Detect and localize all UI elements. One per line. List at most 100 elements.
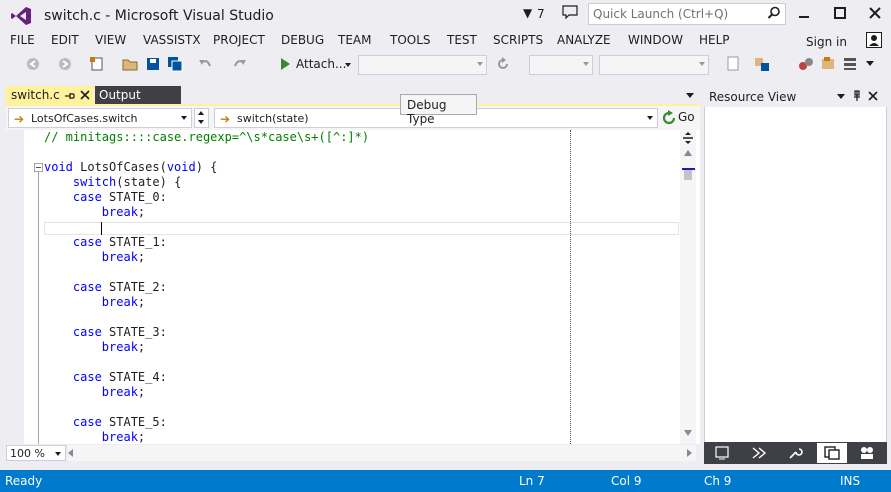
- close-tab-icon[interactable]: [80, 90, 90, 100]
- scroll-thumb[interactable]: [684, 170, 692, 180]
- open-file-icon[interactable]: [122, 56, 138, 72]
- scroll-right-icon[interactable]: [687, 449, 692, 457]
- menu-debug[interactable]: DEBUG: [281, 33, 324, 47]
- quick-launch-input[interactable]: Quick Launch (Ctrl+Q): [593, 7, 728, 21]
- code-line[interactable]: // minitags::::case.regexp=^\s*case\s+([…: [44, 130, 684, 145]
- menu-view[interactable]: VIEW: [95, 33, 126, 47]
- tab-output[interactable]: Output: [95, 86, 181, 105]
- scroll-up-icon[interactable]: [684, 150, 692, 156]
- close-icon[interactable]: [868, 6, 882, 20]
- code-line[interactable]: [44, 400, 684, 415]
- sign-in-link[interactable]: Sign in: [806, 35, 847, 49]
- menu-window[interactable]: WINDOW: [628, 33, 683, 47]
- find-in-files-icon[interactable]: [725, 56, 741, 72]
- search-icon[interactable]: [767, 6, 781, 20]
- notification-count[interactable]: 7: [537, 7, 545, 21]
- code-line[interactable]: break;: [44, 430, 684, 445]
- class-view-tab-icon[interactable]: [750, 445, 768, 461]
- menu-vassistx[interactable]: VASSISTX: [143, 33, 201, 47]
- menu-scripts[interactable]: SCRIPTS: [493, 33, 543, 47]
- quick-launch-box[interactable]: Quick Launch (Ctrl+Q): [588, 3, 786, 25]
- code-text[interactable]: // minitags::::case.regexp=^\s*case\s+([…: [44, 130, 684, 445]
- tab-list-dropdown-icon[interactable]: [686, 93, 694, 98]
- solution-configurations-dropdown[interactable]: [358, 55, 487, 75]
- menu-test[interactable]: TEST: [447, 33, 477, 47]
- save-icon[interactable]: [145, 56, 161, 72]
- horizontal-scrollbar[interactable]: [68, 445, 696, 461]
- code-line[interactable]: case STATE_2:: [44, 280, 684, 295]
- feedback-icon[interactable]: [562, 5, 578, 19]
- tab-switch-c-label: switch.c: [11, 88, 60, 102]
- code-line[interactable]: [44, 355, 684, 370]
- code-line[interactable]: void LotsOfCases(void) {: [44, 160, 684, 175]
- scroll-down-icon[interactable]: [684, 430, 692, 436]
- menu-analyze[interactable]: ANALYZE: [557, 33, 611, 47]
- resource-view-tab-active[interactable]: [817, 443, 847, 463]
- scope-spinner[interactable]: [194, 108, 209, 128]
- scroll-left-icon[interactable]: [68, 449, 73, 457]
- spin-up-icon[interactable]: [198, 111, 204, 115]
- account-icon[interactable]: [866, 32, 882, 48]
- code-line[interactable]: [44, 310, 684, 325]
- start-debugging-icon[interactable]: [277, 56, 293, 72]
- code-line[interactable]: break;: [44, 340, 684, 355]
- collapse-outline-icon[interactable]: [34, 163, 43, 172]
- code-line[interactable]: break;: [44, 205, 684, 220]
- properties-icon[interactable]: [820, 56, 836, 72]
- code-line[interactable]: [44, 145, 684, 160]
- class-view-icon[interactable]: [842, 56, 858, 72]
- split-window-icon[interactable]: [680, 131, 696, 145]
- maximize-icon[interactable]: [833, 6, 847, 20]
- refresh-icon[interactable]: [495, 56, 511, 72]
- code-line[interactable]: case STATE_0:: [44, 190, 684, 205]
- notification-flag-icon[interactable]: ▼: [523, 6, 532, 20]
- menu-tools[interactable]: TOOLS: [390, 33, 431, 47]
- code-line[interactable]: switch(state) {: [44, 175, 684, 190]
- solution-explorer-icon[interactable]: [754, 56, 770, 72]
- tab-switch-c[interactable]: switch.c: [6, 86, 94, 105]
- menu-edit[interactable]: EDIT: [51, 33, 79, 47]
- solution-platforms-dropdown[interactable]: [529, 55, 593, 75]
- go-button[interactable]: Go: [661, 108, 697, 128]
- code-line[interactable]: case STATE_5:: [44, 415, 684, 430]
- go-label: Go: [678, 110, 695, 124]
- close-pane-icon[interactable]: [868, 91, 878, 101]
- new-project-icon[interactable]: [89, 56, 105, 72]
- menu-file[interactable]: FILE: [10, 33, 35, 47]
- redo-icon[interactable]: [232, 56, 248, 72]
- forward-icon[interactable]: [57, 56, 73, 72]
- resource-view-pane[interactable]: [704, 86, 887, 464]
- code-line[interactable]: case STATE_4:: [44, 370, 684, 385]
- zoom-dropdown[interactable]: 100 %: [6, 445, 66, 461]
- code-line[interactable]: case STATE_1:: [44, 235, 684, 250]
- startup-item-dropdown[interactable]: [599, 55, 709, 75]
- menu-help[interactable]: HELP: [699, 33, 730, 47]
- toolbox-icon[interactable]: [798, 56, 814, 72]
- code-token: STATE_5:: [101, 415, 167, 429]
- code-line[interactable]: break;: [44, 295, 684, 310]
- menu-team[interactable]: TEAM: [338, 33, 371, 47]
- team-explorer-tab-icon[interactable]: [858, 445, 876, 461]
- undo-icon[interactable]: [197, 56, 213, 72]
- code-line[interactable]: case STATE_3:: [44, 325, 684, 340]
- attach-button[interactable]: Attach...: [296, 57, 346, 71]
- scope-dropdown[interactable]: ➔ LotsOfCases.switch: [8, 108, 192, 128]
- code-line[interactable]: [44, 265, 684, 280]
- solution-explorer-tab-icon[interactable]: [714, 445, 732, 461]
- code-line[interactable]: break;: [44, 385, 684, 400]
- code-line[interactable]: break;: [44, 250, 684, 265]
- code-line[interactable]: [44, 220, 684, 235]
- pane-options-icon[interactable]: [837, 94, 845, 99]
- menu-project[interactable]: PROJECT: [213, 33, 265, 47]
- scope-dropdown-value: LotsOfCases.switch: [31, 112, 138, 125]
- toolbar-overflow-icon[interactable]: [862, 56, 878, 72]
- pin-icon[interactable]: [63, 90, 75, 102]
- back-icon[interactable]: [25, 56, 41, 72]
- property-manager-tab-icon[interactable]: [786, 445, 804, 461]
- save-all-icon[interactable]: [167, 56, 183, 72]
- spin-down-icon[interactable]: [198, 120, 204, 124]
- pin-icon[interactable]: [851, 90, 863, 102]
- minimize-icon[interactable]: [797, 6, 811, 20]
- attach-dropdown-arrow-icon[interactable]: [345, 63, 351, 67]
